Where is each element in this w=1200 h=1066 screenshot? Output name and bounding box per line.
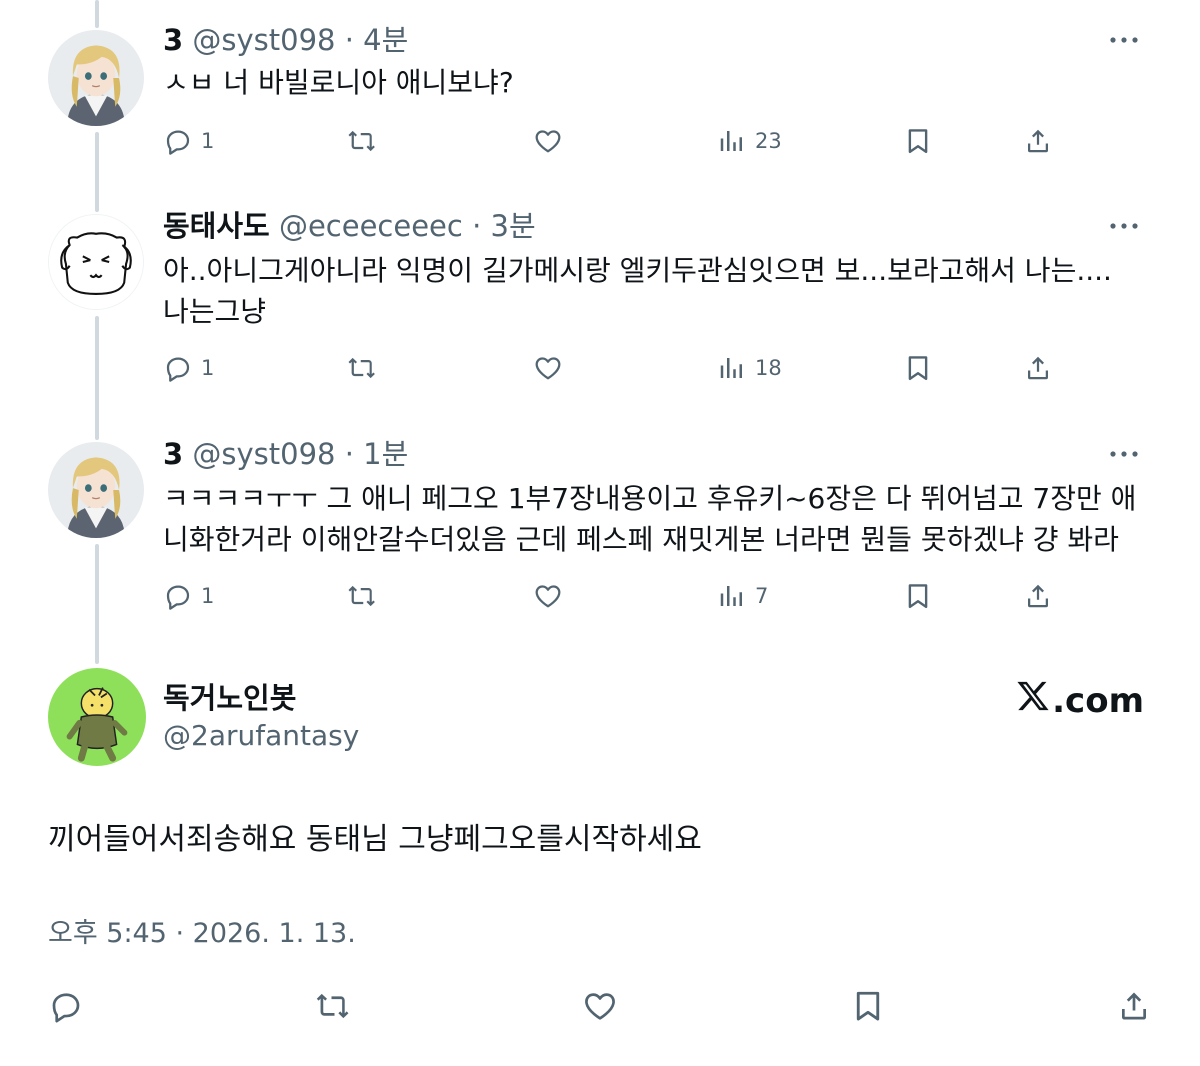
action-bar: 1 23 <box>163 121 1063 161</box>
heart-icon <box>533 581 563 611</box>
retweet-button[interactable] <box>315 986 351 1026</box>
like-button[interactable] <box>582 986 618 1026</box>
views-count: 23 <box>755 129 782 153</box>
retweet-icon <box>347 126 377 156</box>
more-icon[interactable] <box>1104 20 1144 60</box>
x-logo-icon <box>1016 680 1050 721</box>
retweet-icon <box>347 353 377 383</box>
share-button[interactable] <box>1023 121 1053 161</box>
bookmark-button[interactable] <box>903 348 933 388</box>
tweet-header: 3 @syst098 · 1분 <box>163 434 408 474</box>
share-icon <box>1116 988 1152 1024</box>
reply-button[interactable]: 1 <box>163 121 214 161</box>
share-button[interactable] <box>1023 348 1053 388</box>
like-button[interactable] <box>533 121 571 161</box>
more-icon[interactable] <box>1104 434 1144 474</box>
share-icon <box>1023 581 1053 611</box>
tweet-text: 끼어들어서죄송해요 동태님 그냥페그오를시작하세요 <box>48 822 702 857</box>
heart-icon <box>582 988 618 1024</box>
views-count: 7 <box>755 584 769 608</box>
reply-icon <box>163 353 193 383</box>
tweet-timestamp[interactable]: 오후 5:45 · 2026. 1. 13. <box>48 914 356 954</box>
tweet-text: ㅋㅋㅋㅋㅜㅜ 그 애니 페그오 1부7장내용이고 후유키~6장은 다 뛰어넘고 … <box>163 482 1137 556</box>
reply-button[interactable]: 1 <box>163 576 214 616</box>
tweet-text: ㅅㅂ 너 바빌로니아 애니보냐? <box>163 66 514 99</box>
like-button[interactable] <box>533 348 571 388</box>
separator-dot: · <box>344 23 354 57</box>
tweet-header: 3 @syst098 · 4분 <box>163 20 408 60</box>
display-name[interactable]: 동태사도 <box>163 209 270 243</box>
action-bar: 1 18 <box>163 348 1063 388</box>
user-handle[interactable]: @syst098 <box>192 437 335 471</box>
brand-link[interactable]: .com <box>1016 680 1144 721</box>
like-button[interactable] <box>533 576 571 616</box>
bookmark-button[interactable] <box>850 986 886 1026</box>
bookmark-icon <box>903 126 933 156</box>
user-handle[interactable]: @eceeceeec <box>279 209 463 243</box>
reply-icon <box>163 581 193 611</box>
retweet-button[interactable] <box>347 348 385 388</box>
separator-dot: · <box>344 437 354 471</box>
reply-tweet[interactable]: 동태사도 @eceeceeec · 3분 아..아니그게아니라 익명이 길가메시… <box>0 206 1200 426</box>
display-name[interactable]: 3 <box>163 23 183 57</box>
views-icon <box>717 353 747 383</box>
display-name[interactable]: 독거노인봇 <box>163 680 296 716</box>
share-button[interactable] <box>1023 576 1053 616</box>
action-bar: 1 7 <box>163 576 1063 616</box>
user-handle[interactable]: @2arufantasy <box>163 718 359 754</box>
share-icon <box>1023 126 1053 156</box>
avatar[interactable] <box>48 442 144 538</box>
views-icon <box>717 126 747 156</box>
retweet-button[interactable] <box>347 121 385 161</box>
reply-count: 1 <box>201 356 215 380</box>
timestamp[interactable]: 4분 <box>363 23 408 57</box>
reply-button[interactable] <box>48 986 84 1026</box>
display-name[interactable]: 3 <box>163 437 183 471</box>
reply-button[interactable]: 1 <box>163 348 214 388</box>
brand-text: .com <box>1052 680 1144 721</box>
action-bar <box>0 986 1200 1026</box>
reply-icon <box>48 988 84 1024</box>
views-button[interactable]: 23 <box>717 121 782 161</box>
views-count: 18 <box>755 356 782 380</box>
bookmark-icon <box>903 353 933 383</box>
bookmark-icon <box>850 988 886 1024</box>
avatar[interactable] <box>48 668 146 766</box>
timestamp[interactable]: 1분 <box>363 437 408 471</box>
reply-tweet[interactable]: 3 @syst098 · 1분 ㅋㅋㅋㅋㅜㅜ 그 애니 페그오 1부7장내용이고… <box>0 434 1200 654</box>
reply-tweet[interactable]: 3 @syst098 · 4분 ㅅㅂ 너 바빌로니아 애니보냐? 1 23 <box>0 20 1200 200</box>
bookmark-button[interactable] <box>903 576 933 616</box>
avatar[interactable] <box>48 30 144 126</box>
user-handle[interactable]: @syst098 <box>192 23 335 57</box>
reply-count: 1 <box>201 584 215 608</box>
tweet-header: 동태사도 @eceeceeec · 3분 <box>163 206 536 246</box>
heart-icon <box>533 353 563 383</box>
timestamp[interactable]: 3분 <box>491 209 536 243</box>
share-button[interactable] <box>1116 986 1152 1026</box>
views-button[interactable]: 7 <box>717 576 768 616</box>
reply-count: 1 <box>201 129 215 153</box>
views-icon <box>717 581 747 611</box>
retweet-button[interactable] <box>347 576 385 616</box>
tweet-text: 아..아니그게아니라 익명이 길가메시랑 엘키두관심잇으면 보...보라고해서 … <box>163 254 1112 328</box>
bookmark-icon <box>903 581 933 611</box>
retweet-icon <box>315 988 351 1024</box>
reply-icon <box>163 126 193 156</box>
avatar[interactable] <box>48 214 144 310</box>
heart-icon <box>533 126 563 156</box>
views-button[interactable]: 18 <box>717 348 782 388</box>
retweet-icon <box>347 581 377 611</box>
more-icon[interactable] <box>1104 206 1144 246</box>
bookmark-button[interactable] <box>903 121 933 161</box>
share-icon <box>1023 353 1053 383</box>
separator-dot: · <box>472 209 482 243</box>
